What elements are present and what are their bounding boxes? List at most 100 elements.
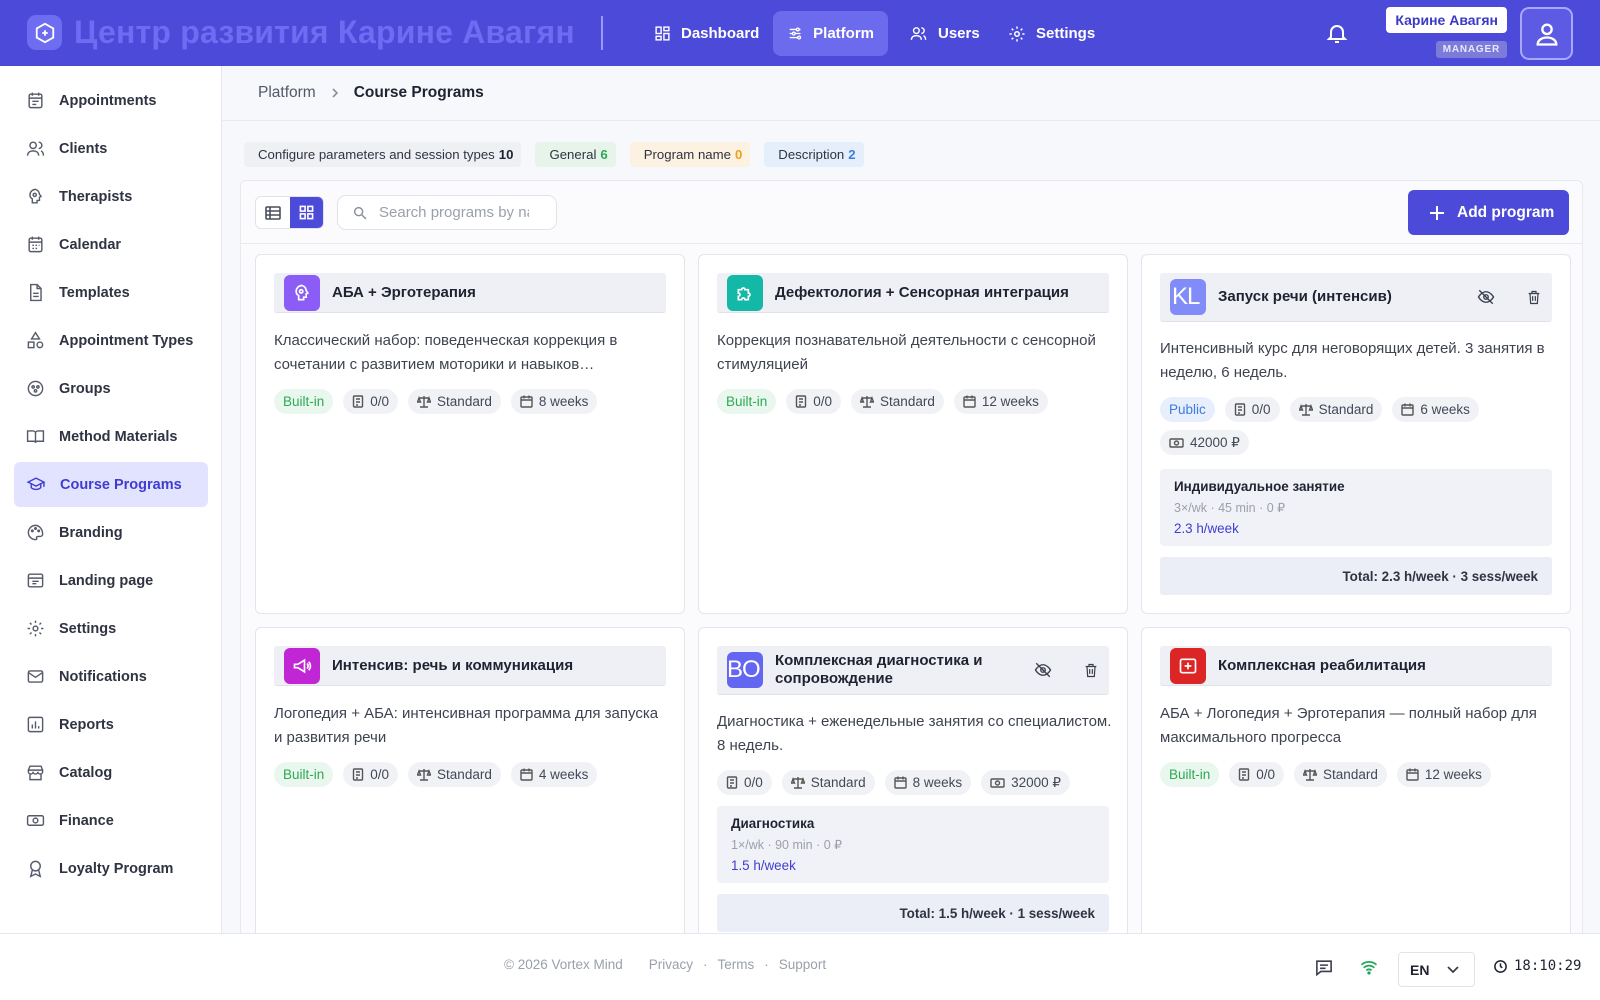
privacy-link[interactable]: Privacy [649, 957, 693, 972]
user-info[interactable]: Карине Авагян MANAGER [1382, 7, 1507, 60]
sessions-tag: 0/0 [786, 389, 842, 414]
sidebar-item-label: Catalog [59, 764, 113, 781]
sessions-tag: 0/0 [343, 762, 399, 787]
card-header: Дефектология + Сенсорная интеграция [717, 273, 1109, 313]
grid-view-button[interactable] [289, 197, 323, 228]
stat-label: Program name [643, 147, 731, 162]
program-card[interactable]: Интенсив: речь и коммуникация Логопедия … [255, 627, 685, 957]
breadcrumb-parent[interactable]: Platform [258, 84, 316, 102]
sidebar-item-appointments[interactable]: Appointments [14, 78, 208, 123]
program-card[interactable]: BO Комплексная диагностика и сопровожден… [698, 627, 1128, 957]
users-icon [26, 141, 45, 156]
search-icon [353, 206, 367, 220]
support-link[interactable]: Support [779, 957, 826, 972]
chat-icon[interactable] [1314, 958, 1334, 977]
bar-chart-icon [27, 716, 44, 733]
grid-icon [655, 26, 670, 41]
calendar-icon [1401, 403, 1415, 416]
card-description: Интенсивный курс для неговорящих детей. … [1160, 340, 1545, 381]
card-tags: 0/0 Standard 8 weeks 32000 ₽ [717, 770, 1113, 795]
document-icon [1234, 403, 1245, 416]
notifications-bell-icon[interactable] [1325, 20, 1349, 46]
sidebar-item-therapists[interactable]: Therapists [14, 174, 208, 219]
sidebar: Appointments Clients Therapists Calendar… [0, 66, 222, 933]
sidebar-item-course-programs[interactable]: Course Programs [14, 462, 208, 507]
duration-tag: 12 weeks [953, 389, 1048, 414]
sidebar-item-groups[interactable]: Groups [14, 366, 208, 411]
plus-icon [1430, 205, 1444, 220]
stats-row: Configure parameters and session types 1… [244, 142, 864, 167]
program-card[interactable]: АБА + Эрготерапия Классический набор: по… [255, 254, 685, 614]
sidebar-item-label: Groups [59, 380, 111, 397]
top-bar: Центр развития Карине Авагян Dashboard P… [0, 0, 1600, 66]
group-icon [27, 380, 44, 397]
duration-tag: 4 weeks [510, 762, 598, 787]
program-card[interactable]: Дефектология + Сенсорная интеграция Корр… [698, 254, 1128, 614]
session-type-row[interactable]: Индивидуальное занятие 3×/wk · 45 min · … [1160, 469, 1552, 546]
calendar-icon [520, 395, 533, 408]
sidebar-item-reports[interactable]: Reports [14, 702, 208, 747]
sidebar-item-templates[interactable]: Templates [14, 270, 208, 315]
sidebar-item-label: Appointment Types [59, 332, 194, 349]
price-tag: 42000 ₽ [1160, 430, 1249, 455]
sidebar-item-method-materials[interactable]: Method Materials [14, 414, 208, 459]
store-icon [27, 765, 44, 781]
sidebar-item-notifications[interactable]: Notifications [14, 654, 208, 699]
user-role-badge: MANAGER [1435, 41, 1507, 58]
sidebar-item-landing-page[interactable]: Landing page [14, 558, 208, 603]
sidebar-item-finance[interactable]: Finance [14, 798, 208, 843]
add-program-label: Add program [1457, 203, 1555, 221]
session-hours: 2.3 h/week [1174, 521, 1239, 536]
sidebar-item-catalog[interactable]: Catalog [14, 750, 208, 795]
calendar-list-icon [28, 92, 43, 109]
stat-total[interactable]: Configure parameters and session types 1… [244, 142, 522, 167]
card-tags: Public 0/0 Standard 6 weeks 42000 ₽ [1160, 397, 1556, 455]
nav-dashboard[interactable]: Dashboard [640, 11, 773, 56]
stat-count: 10 [498, 147, 514, 162]
level-tag: Standard [1294, 762, 1387, 787]
session-type-row[interactable]: Диагностика 1×/wk · 90 min · 0 ₽ 1.5 h/w… [717, 806, 1109, 883]
sidebar-item-calendar[interactable]: Calendar [14, 222, 208, 267]
nav-settings[interactable]: Settings [994, 11, 1109, 56]
level-tag: Standard [851, 389, 944, 414]
award-icon [29, 860, 42, 878]
language-select[interactable]: EN [1398, 952, 1475, 987]
sidebar-item-settings[interactable]: Settings [14, 606, 208, 651]
price-tag: 32000 ₽ [981, 770, 1070, 795]
duration-tag: 8 weeks [884, 770, 972, 795]
sidebar-item-label: Settings [59, 620, 117, 637]
list-view-button[interactable] [256, 197, 290, 228]
logo-icon[interactable] [27, 15, 62, 50]
nav-label: Dashboard [681, 25, 760, 42]
level-tag: Standard [408, 762, 501, 787]
program-card[interactable]: Комплексная реабилитация АБА + Логопедия… [1141, 627, 1571, 957]
sidebar-item-appointment-types[interactable]: Appointment Types [14, 318, 208, 363]
card-header: Комплексная реабилитация [1160, 646, 1552, 686]
delete-button[interactable] [1073, 652, 1109, 688]
hide-button[interactable] [1468, 279, 1504, 315]
card-description: АБА + Логопедия + Эрготерапия — полный н… [1160, 705, 1537, 746]
sidebar-item-loyalty-program[interactable]: Loyalty Program [14, 846, 208, 891]
money-icon [1169, 437, 1184, 448]
nav-users[interactable]: Users [895, 11, 994, 56]
sessions-tag: 0/0 [343, 389, 399, 414]
avatar[interactable] [1520, 7, 1573, 60]
language-value: EN [1410, 961, 1430, 978]
stat-program-name[interactable]: Program name 0 [629, 142, 751, 167]
stat-general[interactable]: General 6 [535, 142, 616, 167]
brain-icon [284, 274, 320, 311]
stat-description[interactable]: Description 2 [764, 142, 864, 167]
nav-platform[interactable]: Platform [773, 11, 888, 56]
sidebar-item-branding[interactable]: Branding [14, 510, 208, 555]
view-toggle [255, 196, 324, 229]
delete-button[interactable] [1516, 279, 1552, 315]
stat-count: 0 [734, 147, 743, 162]
built-in-badge: Built-in [717, 389, 777, 414]
hide-button[interactable] [1025, 652, 1061, 688]
program-card[interactable]: KL Запуск речи (интенсив) Интенсивный ку… [1141, 254, 1571, 614]
add-program-button[interactable]: Add program [1408, 190, 1569, 235]
sidebar-item-clients[interactable]: Clients [14, 126, 208, 171]
search-input[interactable] [379, 204, 529, 221]
sessions-tag: 0/0 [1224, 397, 1280, 422]
terms-link[interactable]: Terms [718, 957, 755, 972]
